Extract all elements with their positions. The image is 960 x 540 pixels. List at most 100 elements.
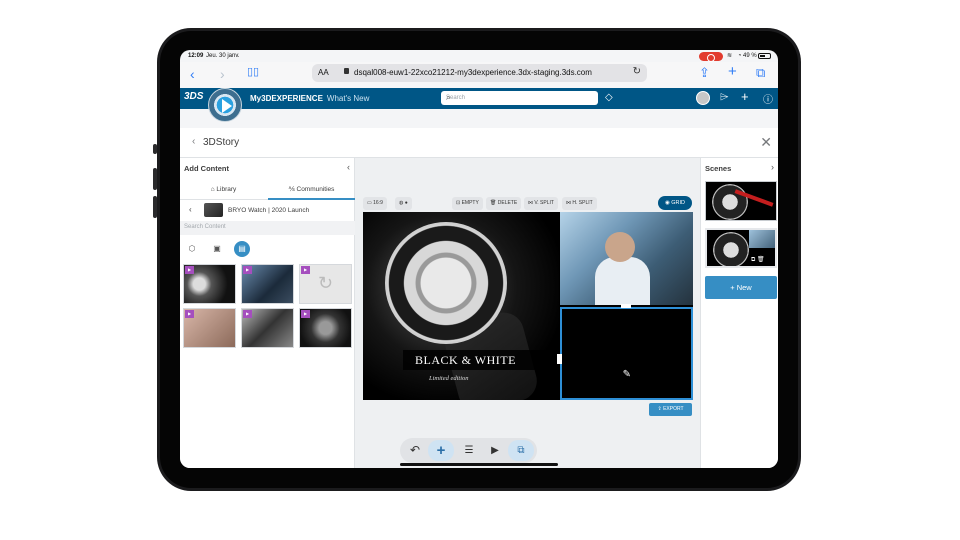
list-item[interactable]: ▶ bbox=[183, 308, 236, 348]
list-item[interactable]: ▶ ↻ bbox=[299, 264, 352, 304]
tab-communities[interactable]: ⅍ Communities bbox=[268, 180, 355, 200]
status-bar: 12:09 Jeu. 30 janv. ≋ ◔ 49 % bbox=[180, 50, 778, 62]
list-item[interactable]: ▶ bbox=[241, 264, 294, 304]
forward-icon[interactable]: › bbox=[220, 66, 225, 82]
video-badge-icon: ▶ bbox=[301, 266, 310, 274]
whats-new-link[interactable]: What's New bbox=[327, 94, 369, 103]
scene-title[interactable]: BLACK & WHITE bbox=[403, 350, 559, 370]
bottom-toolbar: ↶ + ☰ ▶ ⧉ bbox=[400, 438, 537, 463]
compass-icon[interactable] bbox=[208, 88, 242, 122]
search-icon[interactable]: ⌕ bbox=[446, 92, 594, 103]
horizontal-split-button[interactable]: ⋈ H. SPLIT bbox=[562, 197, 597, 210]
vertical-split-button[interactable]: ⋈ V. SPLIT bbox=[524, 197, 558, 210]
thumbnail-watch-image bbox=[713, 232, 749, 266]
app-titlebar: ‹ 3DStory ✕ bbox=[180, 128, 778, 158]
share-icon[interactable]: ⌲ bbox=[720, 91, 729, 104]
ipad-screen: 12:09 Jeu. 30 janv. ≋ ◔ 49 % ‹ › ▯▯ AA d… bbox=[180, 50, 778, 468]
platform-topbar: 3DS My3DEXPERIENCE What's New Search ⌕ ◇ … bbox=[180, 88, 778, 109]
tag-icon[interactable]: ◇ bbox=[605, 92, 613, 103]
ratio-button[interactable]: ▭ 16:9 bbox=[363, 197, 387, 210]
theme-button[interactable]: ◍ ● bbox=[395, 197, 412, 210]
photo-person-head bbox=[605, 232, 635, 262]
tabs-icon[interactable]: ⧉ bbox=[756, 65, 765, 81]
list-item[interactable]: ▶ bbox=[299, 308, 352, 348]
video-filter-icon[interactable]: ▤ bbox=[234, 241, 250, 257]
grid-toggle-button[interactable]: ◉ GRID bbox=[658, 196, 692, 210]
delete-button[interactable]: 🗑 DELETE bbox=[486, 197, 522, 210]
panel-title: Scenes bbox=[705, 164, 732, 173]
media-filters: ⬡ ▣ ▤ bbox=[180, 239, 355, 259]
status-time: 12:09 bbox=[188, 53, 204, 59]
volume-button bbox=[153, 144, 157, 154]
scene-pane-main[interactable]: BLACK & WHITE Limited edition bbox=[363, 212, 559, 400]
panel-title: Add Content bbox=[184, 164, 229, 173]
platform-search-input[interactable]: Search ⌕ bbox=[441, 91, 598, 105]
video-badge-icon: ▶ bbox=[243, 266, 252, 274]
content-search-input[interactable]: Search Content bbox=[180, 221, 355, 235]
share-icon[interactable]: ⇪ bbox=[699, 65, 710, 81]
help-icon[interactable]: ⓘ bbox=[763, 91, 773, 106]
list-item[interactable]: ▶ bbox=[183, 264, 236, 304]
resize-handle-horizontal[interactable] bbox=[621, 304, 631, 308]
screen-record-icon bbox=[699, 52, 723, 62]
close-icon[interactable]: ✕ bbox=[760, 134, 772, 151]
add-icon[interactable]: + bbox=[741, 89, 749, 104]
battery-icon bbox=[758, 53, 771, 59]
video-badge-icon: ▶ bbox=[185, 266, 194, 274]
home-indicator bbox=[400, 463, 558, 466]
thumbnail-photo bbox=[749, 230, 775, 248]
new-tab-icon[interactable]: + bbox=[728, 63, 737, 80]
content-tabs: ⌂ Library ⅍ Communities bbox=[180, 180, 355, 200]
expand-icon[interactable]: › bbox=[771, 162, 774, 172]
edit-pencil-icon[interactable]: ✎ bbox=[623, 369, 631, 380]
video-badge-icon: ▶ bbox=[185, 310, 194, 318]
empty-button[interactable]: ⊡ EMPTY bbox=[452, 197, 483, 210]
search-placeholder: Search Content bbox=[184, 224, 226, 230]
volume-button bbox=[153, 196, 157, 218]
book-icon[interactable]: ▯▯ bbox=[247, 65, 259, 78]
scene-pane-top-right[interactable] bbox=[560, 212, 693, 305]
video-badge-icon: ▶ bbox=[243, 310, 252, 318]
video-badge-icon: ▶ bbox=[301, 310, 310, 318]
scene-thumbnail[interactable] bbox=[705, 181, 777, 221]
list-item[interactable]: ▶ bbox=[241, 308, 294, 348]
export-button[interactable]: ⇪ EXPORT bbox=[649, 403, 692, 416]
lock-icon bbox=[344, 68, 349, 74]
folder-thumbnail bbox=[204, 203, 223, 217]
play-icon[interactable]: ▶ bbox=[482, 440, 508, 461]
scenes-icon[interactable]: ⧉ bbox=[508, 440, 534, 461]
reload-icon[interactable]: ↻ bbox=[633, 66, 641, 77]
battery-percent: 49 % bbox=[743, 53, 757, 59]
brand: My3DEXPERIENCE What's New bbox=[250, 94, 369, 103]
3d-model-filter-icon[interactable]: ⬡ bbox=[184, 241, 200, 257]
undo-icon[interactable]: ↶ bbox=[402, 440, 428, 461]
scene-subtitle[interactable]: Limited edition bbox=[429, 375, 469, 382]
settings-sliders-icon[interactable]: ☰ bbox=[456, 440, 482, 461]
url-text: dsqal008-euw1-22xco21212-my3dexperience.… bbox=[354, 68, 592, 77]
text-size-button[interactable]: AA bbox=[318, 68, 329, 77]
back-chevron-icon[interactable]: ‹ bbox=[189, 205, 192, 214]
thumbnail-watch-image bbox=[712, 184, 748, 220]
browser-toolbar: ‹ › ▯▯ AA dsqal008-euw1-22xco21212-my3de… bbox=[180, 62, 778, 88]
watch-image bbox=[385, 222, 507, 344]
add-icon[interactable]: + bbox=[428, 440, 454, 461]
tab-library[interactable]: ⌂ Library bbox=[180, 180, 267, 200]
avatar[interactable] bbox=[696, 91, 710, 105]
folder-breadcrumb[interactable]: ‹ BRYO Watch | 2020 Launch bbox=[180, 202, 355, 219]
image-filter-icon[interactable]: ▣ bbox=[209, 241, 225, 257]
wifi-icon: ≋ ◔ bbox=[727, 53, 744, 59]
address-bar[interactable]: AA dsqal008-euw1-22xco21212-my3dexperien… bbox=[312, 64, 647, 82]
new-scene-button[interactable]: + New bbox=[705, 276, 777, 299]
scene-thumbnail-selected[interactable]: ⧉ 🗑 bbox=[705, 228, 777, 268]
folder-name: BRYO Watch | 2020 Launch bbox=[228, 207, 310, 214]
ds-logo: 3DS bbox=[184, 91, 204, 102]
back-chevron-icon[interactable]: ‹ bbox=[192, 136, 195, 147]
back-icon[interactable]: ‹ bbox=[190, 66, 195, 82]
collapse-icon[interactable]: ‹ bbox=[347, 162, 350, 172]
resize-handle-vertical[interactable] bbox=[557, 354, 562, 364]
thumbnail-options-icon[interactable]: ⧉ 🗑 bbox=[751, 256, 765, 264]
scene-pane-bottom-right-selected[interactable]: ✎ bbox=[560, 307, 693, 400]
story-canvas: ▭ 16:9 ◍ ● ⊡ EMPTY 🗑 DELETE ⋈ V. SPLIT ⋈… bbox=[355, 158, 700, 468]
photo-person bbox=[595, 257, 650, 305]
status-date: Jeu. 30 janv. bbox=[206, 53, 240, 59]
